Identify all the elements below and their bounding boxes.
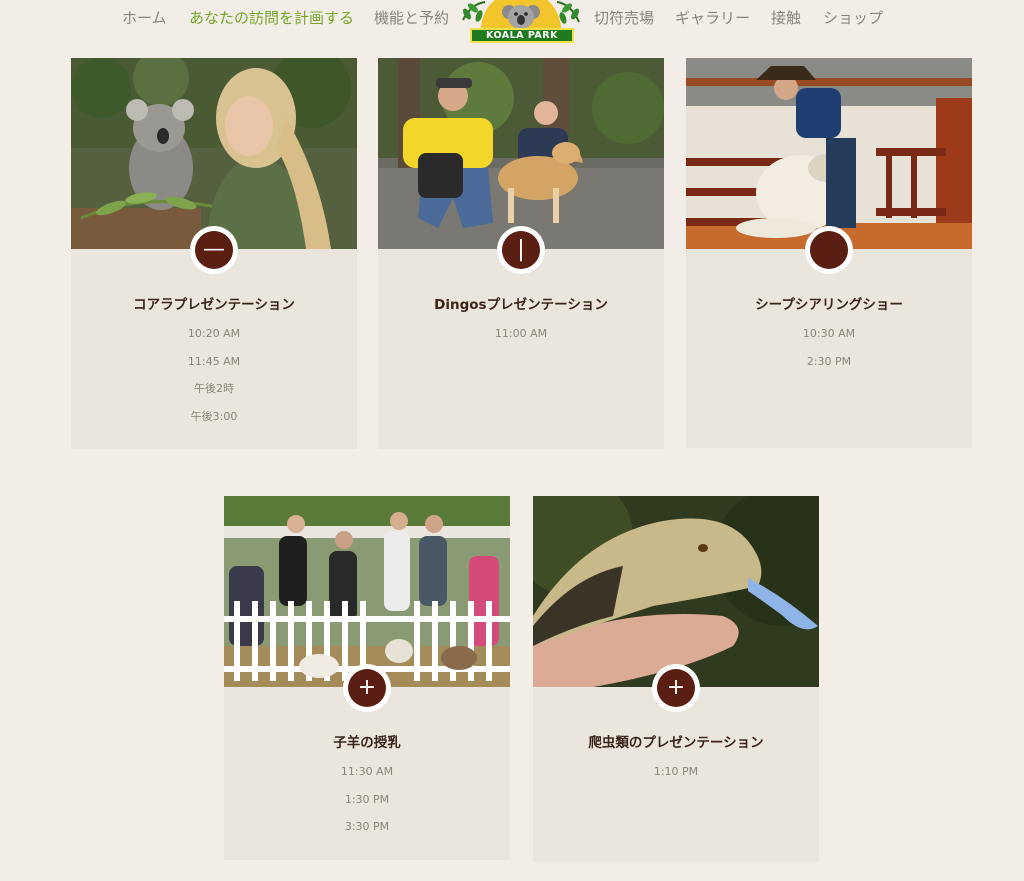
nav-plan-visit[interactable]: あなたの訪問を計画する [189,7,354,28]
show-times-list: 11:00 AM [378,327,664,355]
sheep-shearing-photo [686,58,972,249]
show-card-dingo: | Dingosプレゼンテーション 11:00 AM [378,58,664,449]
show-card-lamb: + 子羊の授乳 11:30 AM 1:30 PM 3:30 PM [224,496,510,860]
main-navigation: ホーム あなたの訪問を計画する 機能と予約 KOALA PARK 切符売場 ギャ… [0,0,1024,48]
nav-ticket-office[interactable]: 切符売場 [594,7,654,28]
show-times-list: 10:20 AM 11:45 AM 午後2時 午後3:00 [71,327,357,437]
expand-toggle-button[interactable]: + [343,664,391,712]
show-time: 3:30 PM [344,820,390,833]
show-card-sheep: シープシアリングショー 10:30 AM 2:30 PM [686,58,972,448]
show-times-list: 10:30 AM 2:30 PM [686,327,972,382]
show-time: 1:10 PM [653,765,699,778]
plus-icon: + [657,669,695,707]
collapse-toggle-button[interactable]: | [497,226,545,274]
show-time: 午後2時 [194,382,234,395]
show-title: シープシアリングショー [755,297,903,313]
expand-toggle-button[interactable]: + [652,664,700,712]
show-time: 1:30 PM [344,792,390,806]
koala-presentation-photo [71,58,357,249]
koala-park-logo[interactable]: KOALA PARK [461,0,581,46]
show-title: Dingosプレゼンテーション [434,297,608,313]
nav-shop[interactable]: ショップ [823,7,883,28]
collapse-toggle-button[interactable] [805,226,853,274]
show-card-koala: — コアラプレゼンテーション 10:20 AM 11:45 AM 午後2時 午後… [71,58,357,449]
show-time: 10:30 AM [802,327,856,340]
show-times-list: 1:10 PM [533,765,819,793]
show-times-list: 11:30 AM 1:30 PM 3:30 PM [224,765,510,848]
show-time: 10:20 AM [187,327,241,340]
show-time: 11:00 AM [494,327,548,340]
show-title: 爬虫類のプレゼンテーション [588,735,764,751]
minus-icon: — [195,231,233,269]
dingo-presentation-photo [378,58,664,249]
plus-icon: + [348,669,386,707]
show-time: 2:30 PM [806,354,852,368]
logo-wordmark: KOALA PARK [470,28,574,43]
toggle-icon [810,231,848,269]
show-time: 午後3:00 [190,409,238,423]
nav-gallery[interactable]: ギャラリー [675,7,750,28]
nav-contact[interactable]: 接触 [771,7,801,28]
show-card-reptile: + 爬虫類のプレゼンテーション 1:10 PM [533,496,819,862]
reptile-presentation-photo [533,496,819,687]
pipe-icon: | [502,231,540,269]
show-title: コアラプレゼンテーション [133,297,295,313]
collapse-toggle-button[interactable]: — [190,226,238,274]
show-title: 子羊の授乳 [333,735,401,751]
nav-features-booking[interactable]: 機能と予約 [374,7,449,28]
lamb-feeding-photo [224,496,510,687]
show-time: 11:30 AM [340,765,394,778]
nav-home[interactable]: ホーム [122,7,167,28]
show-time: 11:45 AM [187,354,241,368]
